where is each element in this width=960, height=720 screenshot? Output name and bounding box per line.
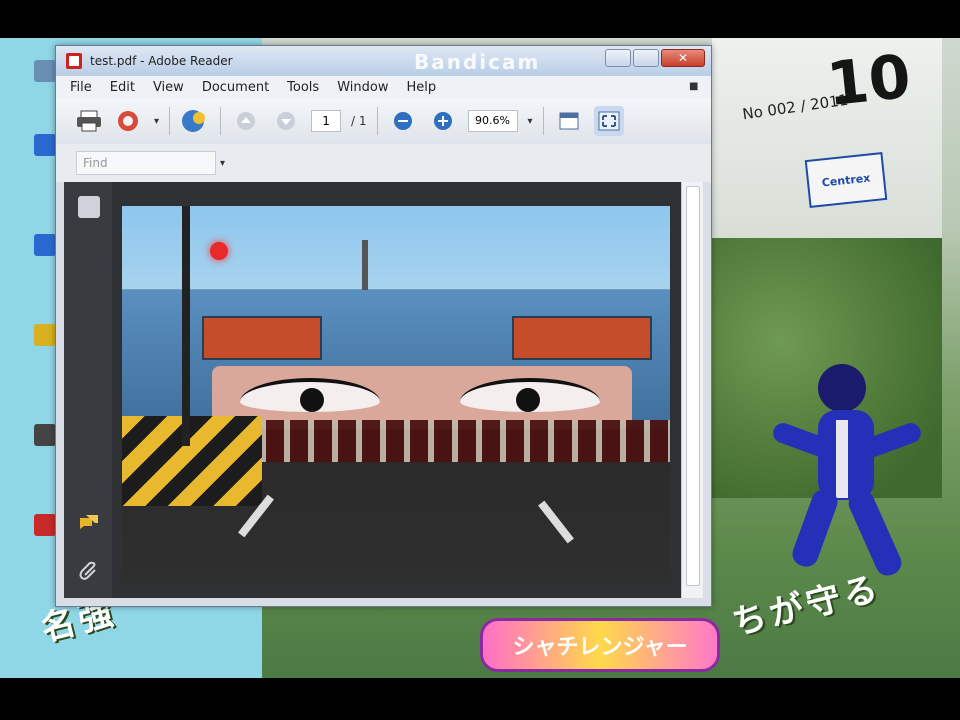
find-input[interactable]: Find [76, 151, 216, 175]
hazard-stripes [122, 416, 262, 506]
fullscreen-button[interactable] [593, 106, 624, 136]
adobe-reader-window: test.pdf - Adobe Reader Bandicam ✕ File … [55, 45, 712, 607]
prev-page-icon [237, 112, 256, 130]
zoom-dropdown-icon[interactable]: ▾ [528, 116, 533, 127]
signal-light [210, 242, 228, 260]
zoom-out-button[interactable] [388, 106, 418, 136]
pdf-page-photo [122, 206, 670, 586]
close-icon: ✕ [677, 51, 689, 65]
document-area[interactable] [112, 182, 681, 598]
toolbar-separator [169, 107, 171, 135]
menu-window[interactable]: Window [337, 80, 388, 95]
page-number-input[interactable]: 1 [311, 110, 342, 132]
printer-icon [77, 110, 101, 132]
pdf-icon [66, 53, 82, 69]
collaborate-button[interactable] [180, 106, 210, 136]
zoom-in-icon [433, 112, 452, 130]
menu-tools[interactable]: Tools [287, 80, 319, 95]
magazine-badge: Centrex [804, 152, 888, 208]
zoom-in-button[interactable] [428, 106, 458, 136]
fullscreen-icon [598, 111, 620, 131]
scrollbar-thumb[interactable] [686, 186, 700, 586]
zoom-out-icon [393, 112, 412, 130]
toolbar: ▾ 1 / 1 90.6% ▾ [56, 98, 711, 144]
document-pane [64, 182, 681, 598]
letterbox-top [0, 0, 960, 38]
bandicam-watermark: Bandicam [414, 50, 541, 74]
train-window [512, 316, 652, 360]
pages-panel-icon[interactable] [78, 196, 100, 218]
menu-bar: File Edit View Document Tools Window Hel… [56, 76, 711, 98]
minimize-button[interactable] [605, 49, 631, 67]
toolbar-separator [542, 107, 544, 135]
page-total: / 1 [351, 114, 367, 128]
menu-edit[interactable]: Edit [110, 80, 135, 95]
toolbar-separator [220, 107, 222, 135]
share-icon [118, 111, 138, 131]
road-marking [538, 500, 574, 544]
hero-figure-image [773, 364, 921, 576]
train-window [202, 316, 322, 360]
collaborate-icon [182, 110, 206, 132]
left-eye [240, 378, 380, 412]
next-page-icon [277, 112, 296, 130]
menu-help[interactable]: Help [406, 80, 436, 95]
find-bar: Find ▾ [56, 144, 711, 182]
magazine-logo-art: シャチレンジャー [480, 618, 720, 672]
pupil [516, 388, 540, 412]
next-page-button[interactable] [271, 106, 301, 136]
fit-width-button[interactable] [554, 106, 584, 136]
close-document-icon[interactable]: ■ [689, 81, 701, 93]
right-eye [460, 378, 600, 412]
painted-eyes [212, 366, 632, 428]
menu-document[interactable]: Document [202, 80, 269, 95]
find-options-icon[interactable]: ▾ [220, 158, 225, 169]
letterbox-bottom [0, 678, 960, 720]
window-title: test.pdf - Adobe Reader [90, 54, 233, 68]
menu-file[interactable]: File [70, 80, 92, 95]
chevron-down-icon[interactable]: ▾ [154, 116, 159, 127]
title-bar[interactable]: test.pdf - Adobe Reader Bandicam ✕ [56, 46, 711, 76]
share-button[interactable] [114, 106, 144, 136]
navigation-rail [64, 182, 112, 598]
prev-page-button[interactable] [231, 106, 261, 136]
utility-pole [362, 240, 368, 290]
window-controls: ✕ [605, 49, 705, 67]
toolbar-separator [376, 107, 378, 135]
magazine-number: 10 [823, 41, 914, 121]
comments-panel-icon[interactable] [78, 512, 100, 534]
vertical-scrollbar[interactable] [681, 182, 703, 598]
close-button[interactable]: ✕ [661, 49, 705, 67]
fit-width-icon [559, 112, 579, 130]
attachments-panel-icon[interactable] [78, 560, 100, 582]
menu-view[interactable]: View [153, 80, 184, 95]
signal-pole [182, 206, 190, 446]
zoom-level-input[interactable]: 90.6% [467, 110, 518, 132]
print-button[interactable] [74, 106, 104, 136]
pupil [300, 388, 324, 412]
maximize-button[interactable] [633, 49, 659, 67]
